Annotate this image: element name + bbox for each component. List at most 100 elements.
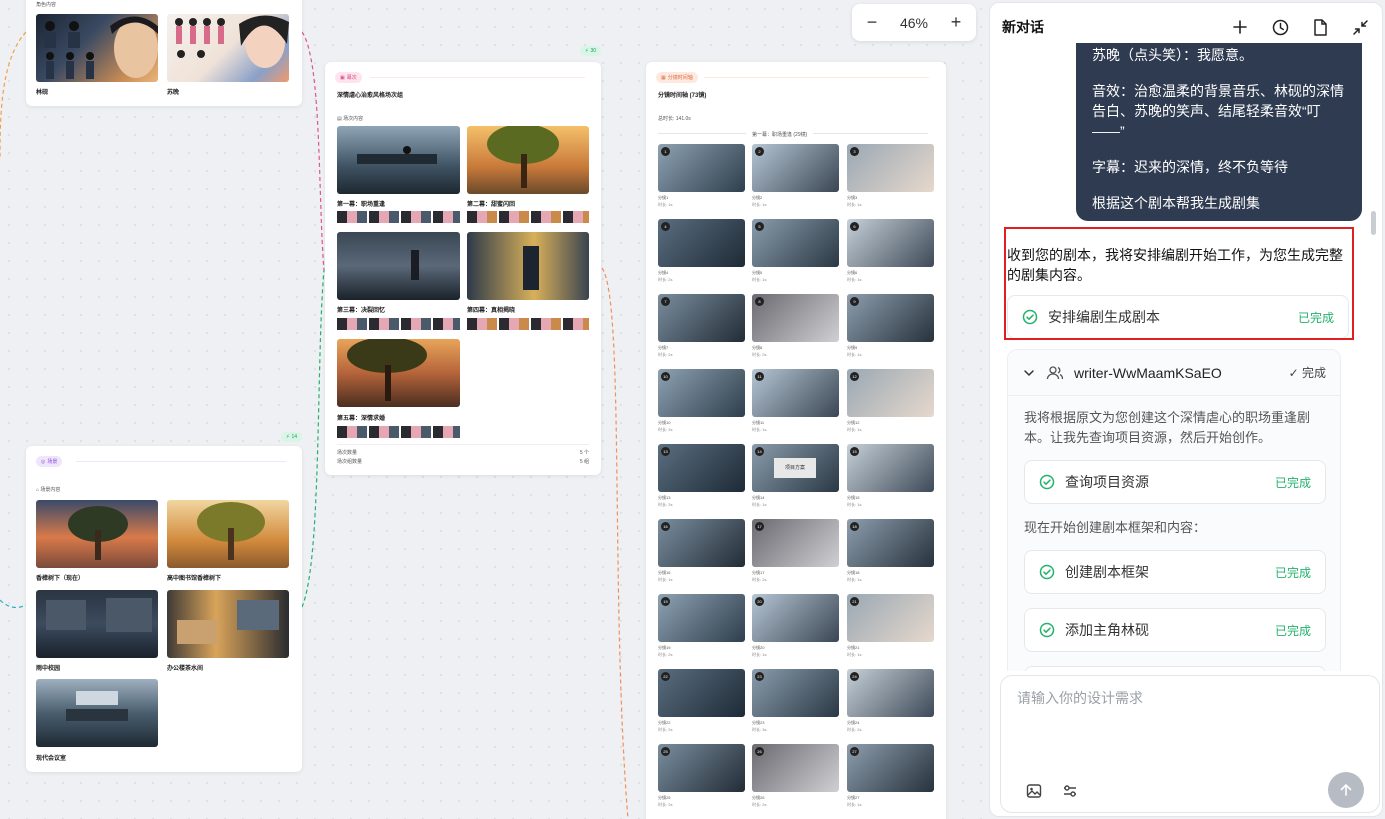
- shot-duration: 时长: 1s: [847, 652, 862, 657]
- image-upload-icon[interactable]: [1025, 782, 1043, 800]
- zoom-in-button[interactable]: +: [948, 12, 964, 33]
- writer-task-item[interactable]: 创建剧本框架 已完成: [1024, 550, 1326, 594]
- settings-sliders-icon[interactable]: [1061, 782, 1079, 800]
- shot-thumbnail[interactable]: 15: [847, 444, 934, 492]
- document-icon[interactable]: [1310, 17, 1330, 37]
- shot-thumbnail[interactable]: 25: [658, 744, 745, 792]
- shot-thumbnail[interactable]: 18: [847, 519, 934, 567]
- shot-duration: 时长: 1s: [658, 577, 673, 582]
- shot-thumbnail[interactable]: 14 项目方案: [752, 444, 839, 492]
- shot-label: 分镜12: [847, 420, 860, 425]
- act-tag: ▣ 幕次: [335, 72, 362, 83]
- shot-label: 分镜14: [752, 495, 765, 500]
- storyboard-tag: ▦ 分镜时间轴: [656, 72, 698, 83]
- scene-image[interactable]: [36, 500, 158, 568]
- scrollbar-thumb[interactable]: [1371, 211, 1376, 235]
- scene-name: 香樟树下（现在）: [36, 576, 85, 582]
- shot-thumbnail[interactable]: 2: [752, 144, 839, 192]
- act-image[interactable]: [467, 126, 589, 194]
- shot-label: 分镜8: [752, 345, 763, 350]
- arrow-up-icon: [1340, 783, 1352, 796]
- character-image-suwan[interactable]: [167, 14, 289, 82]
- act-image[interactable]: [467, 232, 589, 300]
- shot-thumbnail[interactable]: 5: [752, 219, 839, 267]
- shot-thumbnail[interactable]: 8: [752, 294, 839, 342]
- shot-label: 分镜16: [658, 570, 671, 575]
- shot-number-badge: 6: [850, 222, 859, 231]
- shot-number-badge: 19: [661, 597, 670, 606]
- writer-task-item[interactable]: 添加主角林砚 已完成: [1024, 608, 1326, 652]
- writer-intro: 我将根据原文为您创建这个深情虐心的职场重逢剧本。让我先查询项目资源，然后开始创作…: [1024, 410, 1311, 445]
- shot-number-badge: 4: [661, 222, 670, 231]
- shot-duration: 时长: 1s: [847, 802, 862, 807]
- shot-duration: 时长: 1s: [752, 277, 767, 282]
- act-image[interactable]: [337, 126, 460, 194]
- acts-card[interactable]: ⚡ 30 ▣ 幕次 深情虐心治愈风格场次组 ▤ 场次内容 第一幕：职场重逢 第二幕…: [325, 46, 602, 475]
- shot-thumbnail[interactable]: 3: [847, 144, 934, 192]
- chevron-down-icon[interactable]: [1022, 366, 1036, 380]
- highlight-box: [1004, 227, 1354, 340]
- shot-label: 分镜24: [847, 720, 860, 725]
- chat-input[interactable]: [1017, 688, 1357, 758]
- scene-image[interactable]: [167, 590, 289, 658]
- shot-thumbnail[interactable]: 7: [658, 294, 745, 342]
- character-image-linyan[interactable]: [36, 14, 158, 82]
- shot-thumbnail[interactable]: 27: [847, 744, 934, 792]
- act-image[interactable]: [337, 339, 460, 407]
- screen-text: 项目方案: [774, 458, 816, 478]
- shot-number-badge: 25: [661, 747, 670, 756]
- check-circle-icon: [1039, 622, 1055, 638]
- shot-thumbnail[interactable]: 1: [658, 144, 745, 192]
- scene-image[interactable]: [36, 590, 158, 658]
- shot-duration: 时长: 1s: [752, 502, 767, 507]
- shot-thumbnail[interactable]: 22: [658, 669, 745, 717]
- scene-image[interactable]: [36, 679, 158, 747]
- shot-thumbnail[interactable]: 21: [847, 594, 934, 642]
- shot-thumbnail[interactable]: 6: [847, 219, 934, 267]
- shot-thumbnail[interactable]: 11: [752, 369, 839, 417]
- shot-thumbnail[interactable]: 4: [658, 219, 745, 267]
- message-list[interactable]: 苏晚（点头笑）：我愿意。 音效：治愈温柔的背景音乐、林砚的深情告白、苏晚的笑声、…: [990, 43, 1368, 671]
- writer-task-item[interactable]: 查询项目资源 已完成: [1024, 460, 1326, 504]
- act-thumbnails-strip: [337, 318, 460, 330]
- shot-thumbnail[interactable]: 16: [658, 519, 745, 567]
- shot-number-badge: 12: [850, 372, 859, 381]
- history-icon[interactable]: [1270, 17, 1290, 37]
- lightning-badge: ⚡ 14: [281, 432, 303, 442]
- shot-thumbnail[interactable]: 20: [752, 594, 839, 642]
- shot-label: 分镜27: [847, 795, 860, 800]
- shot-duration: 时长: 1s: [752, 652, 767, 657]
- section-label: ⌂ 场景内容: [36, 487, 61, 493]
- workflow-canvas[interactable]: 角色内容 林砚 苏晚 ⚡ 14 ◎ 场景 ⌂ 场景内容 香樟树下（现在） 高中图书…: [0, 0, 985, 819]
- shot-duration: 时长: 2s: [658, 727, 673, 732]
- writer-header[interactable]: writer-WwMaamKSaEO ✓ 完成: [1008, 350, 1340, 396]
- characters-card[interactable]: 角色内容 林砚 苏晚: [26, 0, 302, 106]
- shot-thumbnail[interactable]: 23: [752, 669, 839, 717]
- shot-label: 分镜4: [658, 270, 669, 275]
- shot-thumbnail[interactable]: 17: [752, 519, 839, 567]
- message-line: 音效：治愈温柔的背景音乐、林砚的深情告白、苏晚的笑声、结尾轻柔音效“叮——”: [1092, 83, 1344, 139]
- act-image[interactable]: [337, 232, 460, 300]
- shot-number-badge: 7: [661, 297, 670, 306]
- message-line: 苏晚（点头笑）：我愿意。: [1092, 47, 1253, 63]
- scenes-card[interactable]: ⚡ 14 ◎ 场景 ⌂ 场景内容 香樟树下（现在） 高中图书馆香樟树下 雨中校园 …: [26, 432, 303, 772]
- shot-duration: 时长: 1s: [847, 502, 862, 507]
- shot-number-badge: 5: [755, 222, 764, 231]
- shot-thumbnail[interactable]: 26: [752, 744, 839, 792]
- new-chat-icon[interactable]: [1230, 17, 1250, 37]
- storyboard-card[interactable]: ▦ 分镜时间轴 分镜时间轴 (73镜) 总时长: 141.0s 第一幕：职场重逢…: [646, 62, 946, 819]
- scene-image[interactable]: [167, 500, 289, 568]
- shot-thumbnail[interactable]: 9: [847, 294, 934, 342]
- total-duration: 总时长: 141.0s: [658, 116, 691, 122]
- writer-task-item-partial[interactable]: [1024, 666, 1326, 671]
- collapse-icon[interactable]: [1350, 17, 1370, 37]
- shot-thumbnail[interactable]: 24: [847, 669, 934, 717]
- shot-duration: 时长: 1s: [658, 202, 673, 207]
- shot-thumbnail[interactable]: 19: [658, 594, 745, 642]
- shot-label: 分镜22: [658, 720, 671, 725]
- zoom-out-button[interactable]: −: [864, 12, 880, 33]
- send-button[interactable]: [1328, 772, 1364, 808]
- shot-thumbnail[interactable]: 13: [658, 444, 745, 492]
- shot-thumbnail[interactable]: 12: [847, 369, 934, 417]
- shot-thumbnail[interactable]: 10: [658, 369, 745, 417]
